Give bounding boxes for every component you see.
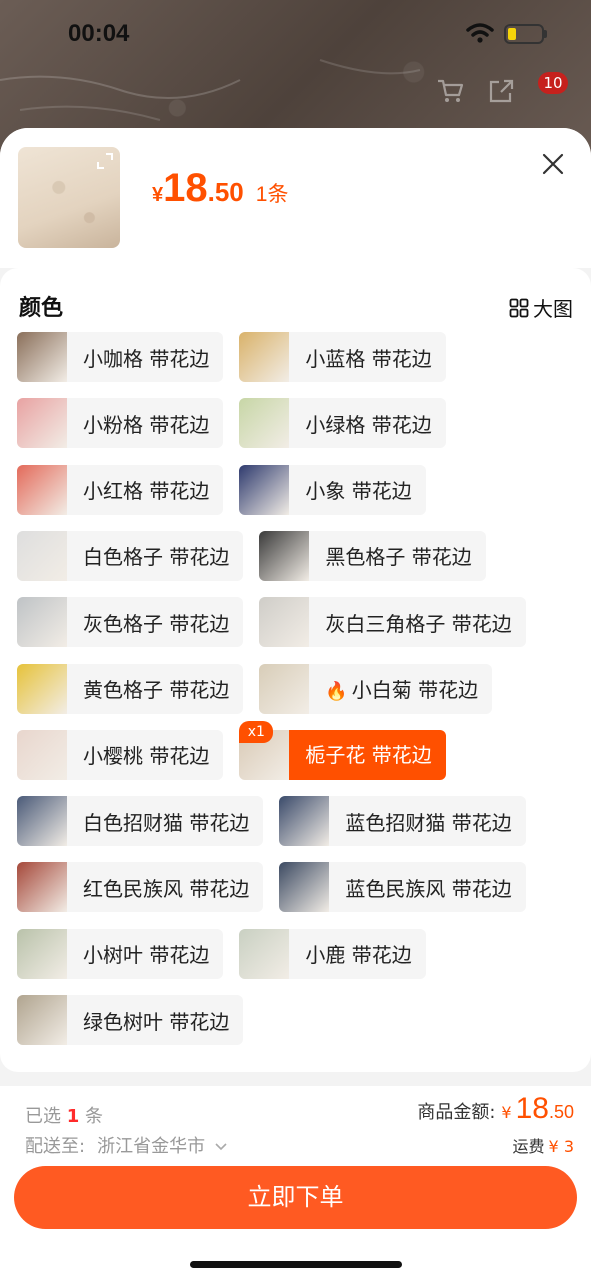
option-thumbnail [17,862,67,913]
option-chip[interactable]: 小樱桃 带花边 [17,729,224,780]
option-label: 小红格 带花边 [83,479,210,504]
selected-count: 已选 1 条 [25,1106,103,1127]
home-indicator [190,1261,402,1268]
option-label: 灰色格子 带花边 [83,611,230,636]
share-icon[interactable] [487,78,515,104]
option-label: 灰白三角格子 带花边 [325,611,512,636]
big-view-toggle[interactable]: 大图 [509,293,573,322]
option-chip[interactable]: 小绿格 带花边 [239,398,446,449]
option-label: 小树叶 带花边 [83,943,210,968]
option-label: 黄色格子 带花边 [83,678,230,702]
option-chip[interactable]: 小蓝格 带花边 [239,332,446,382]
option-thumbnail [239,464,290,515]
option-label: 黑色格子 带花边 [325,545,472,570]
option-thumbnail [17,796,67,847]
option-chip[interactable]: 蓝色民族风 带花边 [279,862,526,913]
option-chip[interactable]: 白色格子 带花边 [17,530,244,581]
option-chip[interactable]: 小鹿 带花边 [239,928,426,979]
sheet-header: ¥18.50 1条 [0,128,591,268]
option-label: 🔥 小白菊 带花边 [325,678,479,702]
option-thumbnail [239,332,290,382]
option-thumbnail [279,862,330,913]
option-label: 栀子花 带花边 [289,729,446,780]
grid-icon [509,298,529,317]
selected-qty-badge: x1 [239,720,274,743]
option-chip[interactable]: 蓝色招财猫 带花边 [279,796,526,847]
option-label: 小咖格 带花边 [83,346,210,371]
option-chip[interactable]: 小象 带花边 [239,464,426,515]
option-chip[interactable]: 灰白三角格子 带花边 [259,597,526,648]
option-label: 绿色树叶 带花边 [83,1009,230,1034]
ship-to[interactable]: 配送至: 浙江省金华市 [25,1132,228,1158]
option-label: 小粉格 带花边 [83,412,210,437]
wifi-icon [466,23,494,43]
buy-now-button[interactable]: 立即下单 [14,1166,577,1229]
option-label: 红色民族风 带花边 [83,876,250,901]
product-price: ¥18.50 1条 [152,166,289,210]
option-thumbnail [17,995,67,1045]
option-label: 小樱桃 带花边 [83,744,210,769]
option-thumbnail [17,928,67,979]
goods-amount: 商品金额: ¥ 18 .50 [417,1092,574,1125]
option-thumbnail [17,663,67,714]
close-icon[interactable] [542,153,564,175]
option-thumbnail [259,597,310,648]
option-chip[interactable]: 小咖格 带花边 [17,332,224,382]
option-label: 小绿格 带花边 [305,412,432,437]
option-thumbnail [239,398,290,449]
option-label: 蓝色招财猫 带花边 [345,810,512,835]
option-thumbnail [17,729,67,780]
quantity-text: 1条 [255,183,289,206]
option-chip[interactable]: 红色民族风 带花边 [17,862,264,913]
expand-icon[interactable] [96,152,114,170]
option-label: 白色格子 带花边 [83,545,230,570]
option-thumbnail [239,928,290,979]
option-thumbnail [259,530,310,581]
status-bar: 00:04 [0,0,591,70]
option-chip[interactable]: 黑色格子 带花边 [259,530,486,581]
option-chip[interactable]: 灰色格子 带花边 [17,597,244,648]
option-thumbnail [259,663,310,714]
option-label: 白色招财猫 带花边 [83,810,250,835]
option-thumbnail [17,398,67,449]
option-thumbnail [17,464,67,515]
option-thumbnail [17,597,67,648]
option-chip[interactable]: 栀子花 带花边 x1 [239,720,446,780]
section-title: 颜色 [19,296,64,321]
option-chip[interactable]: 小红格 带花边 [17,464,224,515]
option-chip[interactable]: 绿色树叶 带花边 [17,995,244,1045]
option-thumbnail [17,530,67,581]
cart-count-badge: 10 [538,72,568,94]
option-chip[interactable]: 小树叶 带花边 [17,928,224,979]
option-chip[interactable]: 小粉格 带花边 [17,398,224,449]
option-label: 小鹿 带花边 [305,943,412,968]
option-thumbnail [279,796,330,847]
option-chip[interactable]: 白色招财猫 带花边 [17,796,264,847]
option-chip[interactable]: 黄色格子 带花边 [17,663,244,714]
fire-icon: 🔥 [325,681,348,702]
option-label: 蓝色民族风 带花边 [345,876,512,901]
battery-icon [504,24,544,44]
option-label: 小蓝格 带花边 [305,346,432,371]
option-chip[interactable]: 🔥 小白菊 带花边 [259,663,493,714]
option-label: 小象 带花边 [305,479,412,504]
option-thumbnail [17,332,67,382]
chevron-down-icon [215,1143,227,1151]
cart-icon[interactable] [436,78,464,104]
ship-address: 浙江省金华市 [97,1136,206,1157]
freight-fee: 运费 ¥ 3 [512,1137,574,1156]
status-time: 00:04 [68,20,130,47]
